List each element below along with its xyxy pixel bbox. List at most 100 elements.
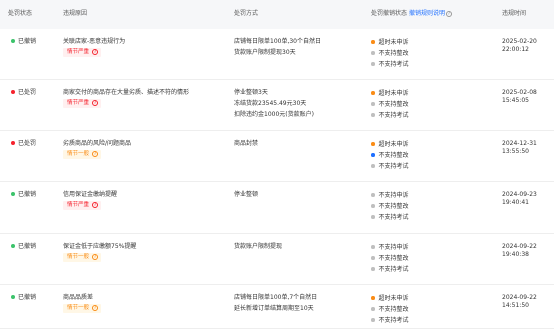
appeal-status-item: 不支持整改 bbox=[371, 255, 409, 263]
appeal-status-item: 超时未申诉 bbox=[371, 90, 409, 98]
appeal-status-item: 不支持整改 bbox=[371, 152, 409, 160]
violation-time: 19:40:41 bbox=[502, 199, 529, 206]
appeal-status-text: 超时未申诉 bbox=[378, 141, 409, 148]
appeal-status-text: 不支持整改 bbox=[378, 255, 409, 262]
bullet-dot-icon bbox=[371, 153, 375, 157]
bullet-dot-icon bbox=[371, 245, 375, 249]
bullet-dot-icon bbox=[371, 307, 375, 311]
status-text: 已撤销 bbox=[18, 191, 37, 198]
table-row: 已处罚 劣质商品的风险/问题商品 情节一般? 商品封禁 超时未申诉 不支持整改 不支持考试 2… bbox=[0, 131, 554, 182]
info-icon[interactable]: ? bbox=[92, 202, 99, 208]
column-header-appeal: 处罚撤销状态 撤销规则说明? bbox=[371, 10, 452, 18]
table-header: 处罚状态 违规原因 处罚方式 处罚撤销状态 撤销规则说明? 违规时间 bbox=[0, 0, 554, 29]
info-icon[interactable]: ? bbox=[92, 305, 99, 311]
status-dot bbox=[11, 294, 15, 299]
appeal-status-text: 超时未申诉 bbox=[378, 90, 409, 97]
violation-time: 15:45:05 bbox=[502, 97, 529, 104]
severity-tag: 情节一般? bbox=[63, 253, 102, 262]
violation-date: 2024-09-22 bbox=[502, 243, 537, 250]
severity-label: 情节一般 bbox=[67, 305, 90, 311]
penalty-method: 冻结货款23545.49元30天 bbox=[234, 100, 307, 107]
appeal-status-text: 不支持考试 bbox=[378, 214, 409, 221]
penalty-method: 货款账户限制提现 bbox=[234, 243, 283, 250]
appeal-status-text: 不支持考试 bbox=[378, 317, 409, 324]
penalty-method: 商品封禁 bbox=[234, 140, 259, 147]
appeal-status-item: 不支持整改 bbox=[371, 101, 409, 109]
penalty-method: 延长新增订单结算周期至10天 bbox=[234, 305, 314, 312]
table-row: 已撤销 信用保证金缴纳提醒 情节严重? 停业整顿 不支持申诉 不支持整改 不支持考试 2024… bbox=[0, 182, 554, 234]
appeal-status-item: 不支持考试 bbox=[371, 214, 409, 222]
table-row: 已撤销 关联店家-恶意违规行为 情节严重? 店铺每日限单100单,30个自然日 货款账户… bbox=[0, 29, 554, 80]
status-dot bbox=[11, 243, 15, 248]
severity-tag: 情节严重? bbox=[63, 48, 102, 57]
severity-label: 情节严重 bbox=[67, 100, 90, 106]
violation-date: 2025-02-08 bbox=[502, 89, 537, 96]
appeal-rules-link[interactable]: 撤销规则说明 bbox=[409, 10, 445, 17]
appeal-status-item: 不支持考试 bbox=[371, 266, 409, 274]
status-badge: 已撤销 bbox=[11, 243, 36, 251]
bullet-dot-icon bbox=[371, 215, 375, 219]
info-icon[interactable]: ? bbox=[92, 100, 99, 106]
appeal-status-item: 不支持整改 bbox=[371, 306, 409, 314]
penalty-method: 扣除违约金1000元(货款账户) bbox=[234, 111, 314, 118]
violation-reason: 关联店家-恶意违规行为 bbox=[63, 38, 126, 45]
appeal-status-item: 不支持考试 bbox=[371, 163, 409, 171]
info-icon[interactable]: ? bbox=[92, 151, 99, 157]
violation-reason: 商品品质差 bbox=[63, 294, 94, 301]
appeal-status-text: 不支持整改 bbox=[378, 203, 409, 210]
appeal-status-text: 超时未申诉 bbox=[378, 295, 409, 302]
status-badge: 已撤销 bbox=[11, 38, 36, 46]
penalty-method: 店铺每日限单100单,30个自然日 bbox=[234, 38, 321, 45]
bullet-dot-icon bbox=[371, 267, 375, 271]
status-badge: 已处罚 bbox=[11, 140, 36, 148]
appeal-status-item: 不支持考试 bbox=[371, 112, 409, 120]
appeal-status-item: 超时未申诉 bbox=[371, 295, 409, 303]
appeal-status-text: 不支持整改 bbox=[378, 101, 409, 108]
column-header-appeal-label: 处罚撤销状态 bbox=[371, 10, 408, 17]
appeal-status-text: 不支持整改 bbox=[378, 50, 409, 57]
violation-date: 2024-12-31 bbox=[502, 140, 537, 147]
severity-label: 情节严重 bbox=[67, 202, 90, 208]
violation-time: 19:40:38 bbox=[502, 251, 529, 258]
bullet-dot-icon bbox=[371, 40, 375, 44]
bullet-dot-icon bbox=[371, 296, 375, 300]
penalty-method: 停业整顿3天 bbox=[234, 89, 268, 96]
appeal-status-text: 不支持整改 bbox=[378, 306, 409, 313]
column-header-time: 违规时间 bbox=[502, 10, 527, 17]
appeal-status-text: 不支持申诉 bbox=[378, 244, 409, 251]
bullet-dot-icon bbox=[371, 142, 375, 146]
violation-time: 22:00:12 bbox=[502, 46, 529, 53]
severity-label: 情节一般 bbox=[67, 254, 90, 260]
status-dot bbox=[11, 38, 15, 43]
penalty-method: 店铺每日限单100单,7个自然日 bbox=[234, 294, 318, 301]
violation-time: 14:51:50 bbox=[502, 302, 529, 309]
status-dot bbox=[11, 140, 15, 145]
column-header-reason: 违规原因 bbox=[63, 10, 88, 17]
bullet-dot-icon bbox=[371, 318, 375, 322]
bullet-dot-icon bbox=[371, 164, 375, 168]
info-icon[interactable]: ? bbox=[92, 49, 99, 55]
status-text: 已处罚 bbox=[18, 89, 37, 96]
bullet-dot-icon bbox=[371, 51, 375, 55]
status-badge: 已撤销 bbox=[11, 294, 36, 302]
bullet-dot-icon bbox=[371, 204, 375, 208]
appeal-status-text: 不支持考试 bbox=[378, 163, 409, 170]
bullet-dot-icon bbox=[371, 193, 375, 197]
appeal-status-item: 不支持整改 bbox=[371, 50, 409, 58]
bullet-dot-icon bbox=[371, 102, 375, 106]
severity-label: 情节一般 bbox=[67, 151, 90, 157]
violation-reason: 保证金低于应缴额75%提醒 bbox=[63, 243, 137, 250]
violation-date: 2025-02-20 bbox=[502, 38, 537, 45]
appeal-status-text: 超时未申诉 bbox=[378, 39, 409, 46]
table-row: 已撤销 商品品质差情节一般? 店铺每日限单100单,7个自然日 延长新增订单结算周期至… bbox=[0, 285, 554, 329]
violation-date: 2024-09-23 bbox=[502, 191, 537, 198]
question-circle-icon[interactable]: ? bbox=[445, 11, 452, 17]
info-icon[interactable]: ? bbox=[92, 254, 99, 260]
appeal-status-text: 不支持申诉 bbox=[378, 192, 409, 199]
severity-tag: 情节一般? bbox=[63, 304, 102, 313]
appeal-status-item: 不支持申诉 bbox=[371, 192, 409, 200]
bullet-dot-icon bbox=[371, 91, 375, 95]
appeal-status-item: 不支持整改 bbox=[371, 203, 409, 211]
appeal-status-text: 不支持考试 bbox=[378, 112, 409, 119]
appeal-status-item: 不支持考试 bbox=[371, 61, 409, 69]
